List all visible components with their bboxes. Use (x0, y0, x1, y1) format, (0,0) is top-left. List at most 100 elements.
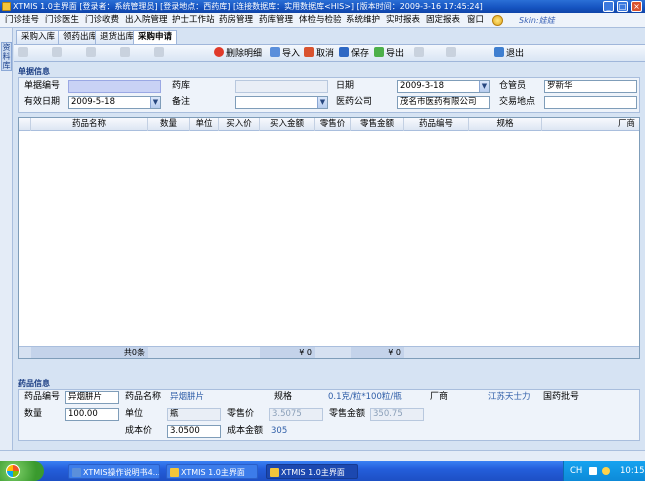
drug-name-label: 药品名称 (125, 392, 162, 402)
left-strip: 资料库 (0, 28, 13, 450)
grid-col-retail-price[interactable]: 零售价 (315, 118, 351, 131)
edit-icon (52, 47, 62, 57)
task-manual[interactable]: XTMIS操作说明书4... (68, 464, 160, 479)
add-icon (86, 47, 96, 57)
menu-outpatient-charge[interactable]: 门诊收费 (85, 13, 119, 28)
edit-button[interactable] (52, 47, 64, 60)
spec-label: 规格 (274, 392, 293, 402)
grid-col-drug-name[interactable]: 药品名称 (31, 118, 148, 131)
grid-col-buy-price[interactable]: 买入价 (219, 118, 260, 131)
pencil-icon (120, 47, 130, 57)
keeper-field[interactable]: 罗新华 (544, 80, 637, 93)
volume-icon[interactable] (602, 467, 610, 475)
grid-col-unit[interactable]: 单位 (190, 118, 219, 131)
modify-button[interactable] (120, 47, 132, 60)
taskbar: XTMIS操作说明书4... XTMIS 1.0主界面 XTMIS 1.0主界面… (0, 461, 645, 481)
task-main-2[interactable]: XTMIS 1.0主界面 (266, 464, 358, 479)
retail-price-field[interactable]: 3.5075 (269, 408, 323, 421)
menu-realtime-report[interactable]: 实时报表 (386, 13, 420, 28)
valid-date-label: 有效日期 (24, 97, 61, 107)
add-detail-button[interactable] (86, 47, 98, 60)
grid-col-qty[interactable]: 数量 (148, 118, 190, 131)
save-icon (339, 47, 349, 57)
delete-icon (154, 47, 164, 57)
delete-detail-icon (214, 47, 224, 57)
skin-label[interactable]: Skin:娃娃 (519, 13, 555, 28)
menu-exam-lab[interactable]: 体检与检验 (299, 13, 342, 28)
tab-purchase-in[interactable]: 采购入库 (16, 30, 61, 44)
grid-footer: 共0条 ¥ 0 ¥ 0 (19, 346, 639, 358)
drug-grid[interactable]: 药品名称 数量 单位 买入价 买入金额 零售价 零售金额 药品编号 规格 厂商 … (18, 117, 640, 359)
cost-field[interactable]: 3.0500 (167, 425, 221, 438)
menu-bar: 门诊挂号 门诊医生 门诊收费 出入院管理 护士工作站 药房管理 药库管理 体检与… (0, 13, 645, 28)
exit-icon (494, 47, 504, 57)
menu-admission[interactable]: 出入院管理 (125, 13, 168, 28)
task-main-1[interactable]: XTMIS 1.0主界面 (166, 464, 258, 479)
export-button[interactable]: 导出 (374, 47, 404, 60)
date-picker[interactable]: 2009-3-18 ▼ (397, 80, 490, 93)
grid-col-spec[interactable]: 规格 (469, 118, 542, 131)
warehouse-field[interactable] (235, 80, 328, 93)
window-titlebar: XTMIS 1.0主界面 [登录者：系统管理员] [登录地点：西药库] [连接数… (0, 0, 645, 13)
drug-code-field[interactable]: 异烟肼片 (65, 391, 119, 404)
drug-code-label: 药品编号 (24, 392, 61, 402)
place-field[interactable] (544, 96, 637, 109)
delete-detail-button[interactable]: 删除明细 (214, 47, 262, 60)
start-button[interactable] (0, 461, 44, 481)
unit-field[interactable]: 瓶 (167, 408, 221, 421)
menu-pharmacy[interactable]: 药房管理 (219, 13, 253, 28)
qty-field[interactable]: 100.00 (65, 408, 119, 421)
maximize-button[interactable]: □ (617, 1, 628, 12)
menu-system[interactable]: 系统维护 (346, 13, 380, 28)
import-button[interactable]: 导入 (270, 47, 300, 60)
menu-outpatient-register[interactable]: 门诊挂号 (5, 13, 39, 28)
windows-logo-icon (6, 464, 20, 478)
company-field[interactable]: 茂名市医药有限公司 (397, 96, 490, 109)
menu-drug-store[interactable]: 药库管理 (259, 13, 293, 28)
chevron-down-icon[interactable]: ▼ (150, 97, 160, 108)
window-title: XTMIS 1.0主界面 [登录者：系统管理员] [登录地点：西药库] [连接数… (13, 2, 483, 11)
grid-col-drug-code[interactable]: 药品编号 (404, 118, 469, 131)
minimize-button[interactable]: _ (603, 1, 614, 12)
grid-footer-buy-total: ¥ 0 (260, 347, 315, 358)
resource-library-tab[interactable]: 资料库 (1, 42, 12, 71)
approval-label: 国药批号 (543, 392, 580, 402)
delete-button[interactable] (154, 47, 166, 60)
menu-nurse-station[interactable]: 护士工作站 (172, 13, 215, 28)
grid-col-buy-amount[interactable]: 买入金额 (260, 118, 315, 131)
tab-purchase-request[interactable]: 采购申请 (133, 30, 178, 44)
tray-app-icon[interactable] (589, 467, 597, 475)
menu-window[interactable]: 窗口 (467, 13, 484, 28)
grid-col-maker[interactable]: 厂商 (542, 118, 639, 131)
print-preview-button[interactable] (446, 47, 458, 60)
retail-price-label: 零售价 (227, 409, 255, 419)
menu-outpatient-doctor[interactable]: 门诊医生 (45, 13, 79, 28)
grid-col-retail-amount[interactable]: 零售金额 (351, 118, 404, 131)
maker-label: 厂商 (430, 392, 449, 402)
chevron-down-icon[interactable]: ▼ (479, 81, 489, 92)
app-icon (270, 468, 279, 477)
menu-fixed-report[interactable]: 固定报表 (426, 13, 460, 28)
clock[interactable]: 10:15 (620, 461, 645, 481)
doc-info-title: 单据信息 (18, 67, 50, 76)
print-button[interactable] (414, 47, 426, 60)
export-icon (374, 47, 384, 57)
drug-info-title: 药品信息 (18, 379, 50, 388)
doc-no-label: 单据编号 (24, 81, 61, 91)
warehouse-label: 药库 (172, 81, 191, 91)
doc-no-field[interactable] (68, 80, 161, 93)
cancel-button[interactable]: 取消 (304, 47, 334, 60)
chevron-down-icon[interactable]: ▼ (317, 97, 327, 108)
grid-row-selector-header (19, 118, 31, 131)
valid-date-picker[interactable]: 2009-5-18 ▼ (68, 96, 161, 109)
exit-button[interactable]: 退出 (494, 47, 524, 60)
cost-label: 成本价 (125, 426, 153, 436)
close-button[interactable]: × (631, 1, 642, 12)
retail-amount-field[interactable]: 350.75 (370, 408, 424, 421)
input-language[interactable]: CH (570, 461, 582, 481)
new-button[interactable] (18, 47, 30, 60)
remark-select[interactable]: ▼ (235, 96, 328, 109)
skin-icon[interactable] (492, 15, 503, 26)
save-button[interactable]: 保存 (339, 47, 369, 60)
grid-header: 药品名称 数量 单位 买入价 买入金额 零售价 零售金额 药品编号 规格 厂商 (19, 118, 639, 131)
